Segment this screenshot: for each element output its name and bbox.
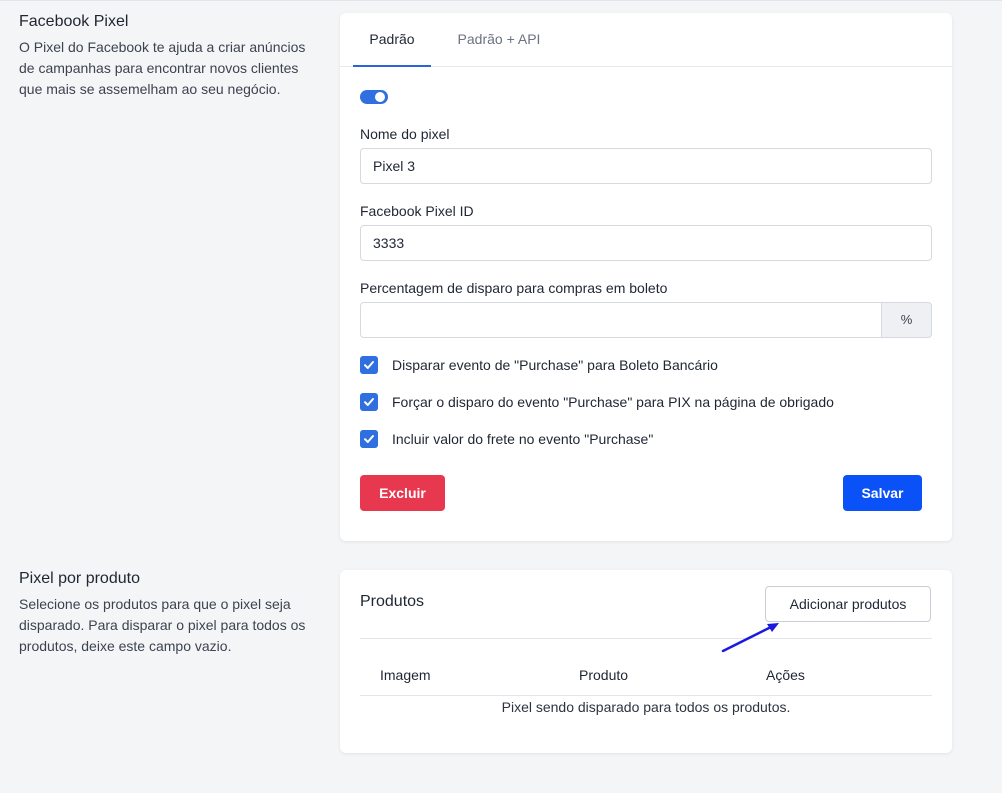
boleto-purchase-checkbox[interactable] — [360, 356, 378, 374]
column-header-actions: Ações — [766, 667, 805, 683]
column-header-image: Imagem — [380, 667, 431, 683]
facebook-pixel-description: O Pixel do Facebook te ajuda a criar anú… — [19, 39, 306, 97]
pix-purchase-checkbox[interactable] — [360, 393, 378, 411]
empty-table-message: Pixel sendo disparado para todos os prod… — [501, 699, 791, 715]
tab-padrao-api[interactable]: Padrão + API — [444, 13, 554, 66]
product-pixel-description: Selecione os produtos para que o pixel s… — [19, 596, 306, 654]
boleto-purchase-label: Disparar evento de "Purchase" para Bolet… — [392, 357, 718, 373]
product-pixel-title: Pixel por produto — [19, 570, 140, 587]
tab-padrao[interactable]: Padrão — [353, 13, 431, 67]
facebook-pixel-title: Facebook Pixel — [19, 13, 129, 30]
pix-purchase-label: Forçar o disparo do evento "Purchase" pa… — [392, 394, 834, 410]
products-card: Produtos Adicionar produtos Imagem Produ… — [340, 570, 952, 753]
boleto-percentage-label: Percentagem de disparo para compras em b… — [360, 280, 668, 296]
add-products-button[interactable]: Adicionar produtos — [765, 586, 931, 622]
percent-addon: % — [882, 302, 932, 338]
save-button[interactable]: Salvar — [843, 475, 922, 511]
pixel-name-input[interactable] — [360, 148, 932, 184]
delete-button[interactable]: Excluir — [360, 475, 445, 511]
annotation-arrow-icon — [721, 623, 779, 653]
shipping-value-label: Incluir valor do frete no evento "Purcha… — [392, 431, 654, 447]
checkmark-icon — [364, 435, 374, 443]
boleto-percentage-input[interactable] — [360, 302, 882, 338]
checkmark-icon — [364, 398, 374, 406]
pixel-id-label: Facebook Pixel ID — [360, 203, 474, 219]
toggle-knob — [375, 92, 385, 102]
pixel-enabled-toggle[interactable] — [360, 90, 388, 104]
pixel-name-label: Nome do pixel — [360, 126, 450, 142]
products-card-title: Produtos — [360, 593, 425, 610]
pixel-id-input[interactable] — [360, 225, 932, 261]
table-header-divider — [360, 695, 932, 696]
checkmark-icon — [364, 361, 374, 369]
top-divider — [0, 0, 1002, 1]
pixel-settings-card: Padrão Padrão + API Nome do pixel Facebo… — [340, 13, 952, 541]
column-header-product: Produto — [579, 667, 629, 683]
tab-bar: Padrão Padrão + API — [340, 13, 952, 67]
shipping-value-checkbox[interactable] — [360, 430, 378, 448]
header-divider — [360, 638, 932, 639]
